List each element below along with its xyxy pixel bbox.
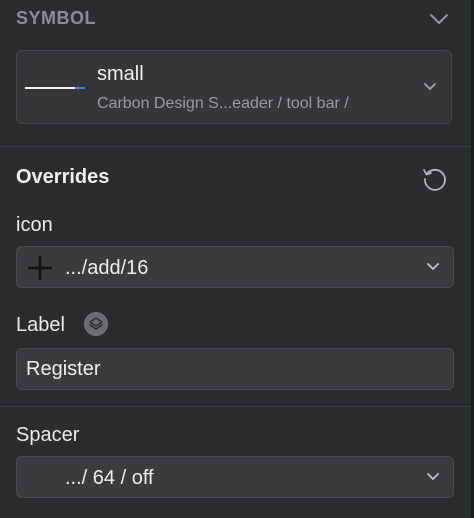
label-input[interactable] (16, 348, 454, 390)
layers-icon (84, 312, 108, 336)
chevron-down-icon[interactable] (423, 82, 437, 92)
symbol-section-header[interactable]: SYMBOL (16, 6, 450, 34)
overrides-title: Overrides (16, 166, 110, 188)
symbol-preview (25, 87, 85, 89)
spacer-label: Spacer (16, 424, 80, 446)
symbol-name: small (97, 63, 144, 85)
label-label: Label (16, 314, 65, 336)
icon-select-value: .../add/16 (65, 257, 149, 279)
symbol-preview-line (25, 87, 75, 89)
icon-select[interactable]: .../add/16 (16, 246, 454, 288)
chevron-down-icon[interactable] (427, 473, 439, 481)
reset-overrides-icon[interactable] (420, 164, 450, 194)
spacer-select-value: .../ 64 / off (65, 467, 154, 489)
inspector-panel: SYMBOL small Carbon Design S...eader / t… (0, 0, 474, 518)
symbol-section-title: SYMBOL (16, 8, 97, 28)
section-divider (0, 406, 474, 407)
spacer-select[interactable]: .../ 64 / off (16, 456, 454, 498)
symbol-path: Carbon Design S...eader / tool bar / (97, 95, 349, 112)
symbol-selector[interactable]: small Carbon Design S...eader / tool bar… (16, 50, 452, 124)
chevron-down-icon[interactable] (428, 10, 450, 28)
chevron-down-icon[interactable] (427, 263, 439, 271)
plus-icon (28, 256, 52, 280)
symbol-preview-accent (75, 87, 85, 89)
section-divider (0, 146, 474, 147)
icon-label: icon (16, 214, 53, 236)
